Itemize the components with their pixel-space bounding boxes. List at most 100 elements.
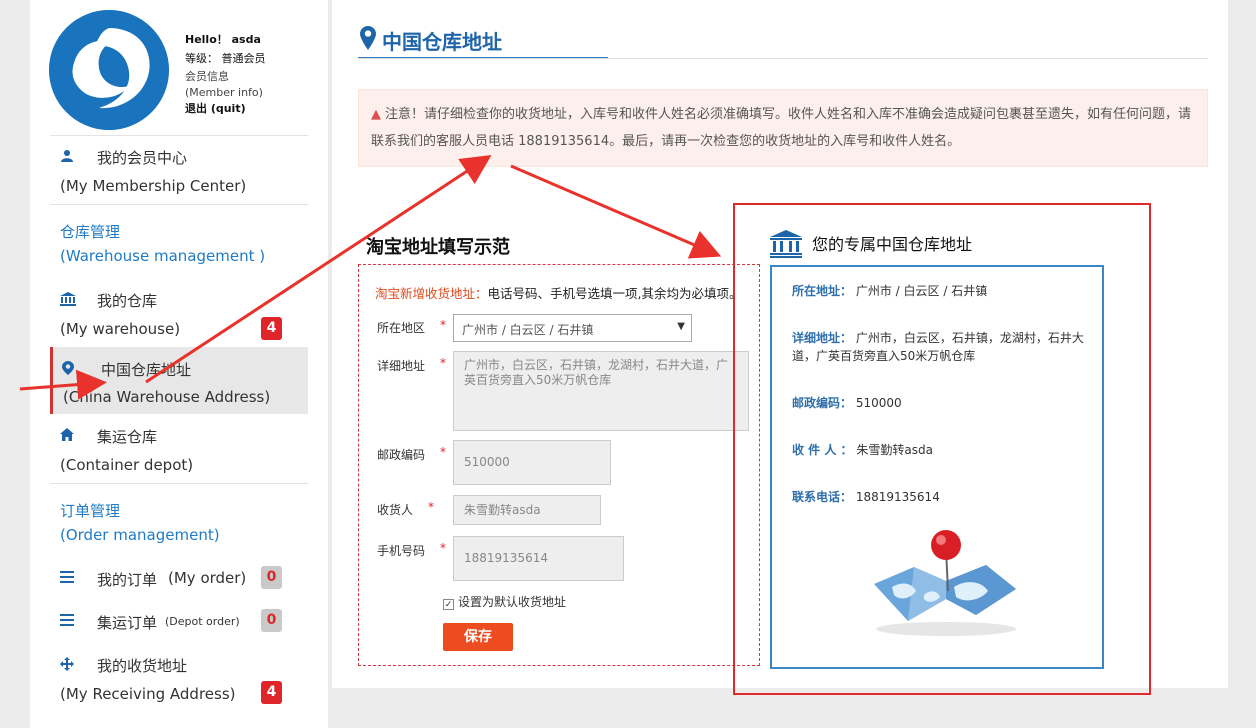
sidebar-item-label: 集运订单 [97,614,158,632]
form-tip-highlight: 淘宝新增收货地址： [375,286,488,301]
sidebar-item-china-address[interactable]: 中国仓库地址 (China Warehouse Address) [50,359,308,409]
sidebar-item-sublabel: (China Warehouse Address) [63,388,271,406]
address-detail-row: 详细地址： 广州市，白云区，石井镇，龙湖村，石井大道，广英百货旁直入50米万帆仓… [792,329,1087,365]
sidebar-item-label: 我的订单 [97,571,158,589]
sidebar-heading-orders: 订单管理 (Order management) [50,500,308,550]
sidebar-item-sublabel: (Container depot) [60,456,194,474]
address-phone-row: 联系电话： 18819135614 [792,488,1087,506]
address-card: 所在地址： 广州市 / 白云区 / 石井镇 详细地址： 广州市，白云区，石井镇，… [770,265,1104,669]
sidebar-item-label: 我的收货地址 [97,657,188,675]
address-zip-row: 邮政编码： 510000 [792,394,1087,412]
divider [50,204,308,205]
map-pin-icon [62,361,76,375]
detail-address-textarea[interactable]: 广州市，白云区，石井镇，龙湖村，石井大道，广英百货旁直入50米万帆仓库 [453,351,749,431]
example-form: 淘宝新增收货地址：电话号码、手机号选填一项,其余均为必填项。 所在地区 * 广州… [358,264,760,666]
form-tip-text: 电话号码、手机号选填一项,其余均为必填项。 [487,286,742,301]
sidebar-heading-sublabel: (Order management) [60,526,220,544]
member-level: 等级： 普通会员 [185,52,266,65]
address-region-value: 广州市 / 白云区 / 石井镇 [855,284,988,298]
home-icon [60,428,74,442]
divider [50,483,308,484]
count-badge: 0 [261,566,282,589]
address-card-title-text: 您的专属中国仓库地址 [812,235,973,254]
required-mark: * [440,356,446,370]
address-region-row: 所在地址： 广州市 / 白云区 / 石井镇 [792,282,1087,300]
required-mark: * [440,541,446,555]
divider [50,135,308,136]
zip-input[interactable]: 510000 [453,440,611,485]
sidebar-item-container-depot[interactable]: 集运仓库 (Container depot) [50,426,308,476]
sidebar-item-sublabel: (Depot order) [165,615,240,628]
notice-text: 注意！请仔细检查你的收货地址，入库号和收件人姓名必须准确填写。收件人姓名和入库不… [371,107,1192,149]
chevron-down-icon: ▼ [677,321,685,332]
sidebar-item-label: 中国仓库地址 [101,361,192,379]
page-title: 中国仓库地址 [382,30,502,54]
greeting: Hello！ asda [185,33,261,46]
address-receiver-value: 朱雪勤转asda [856,443,933,457]
receiver-label: 收货人 [377,503,414,517]
avatar[interactable] [49,10,169,130]
count-badge: 0 [261,609,282,632]
member-info-link[interactable]: 会员信息 [185,69,315,85]
region-label: 所在地区 [377,321,426,335]
region-select[interactable]: 广州市 / 白云区 / 石井镇 ▼ [453,314,692,342]
required-mark: * [440,445,446,459]
sidebar-item-label: 我的仓库 [97,292,158,310]
map-illustration-icon [864,529,1024,643]
count-badge: 4 [261,681,282,704]
zip-label: 邮政编码 [377,448,426,462]
address-receiver-row: 收 件 人 ： 朱雪勤转asda [792,441,1087,459]
sidebar-item-my-order[interactable]: 我的订单 (My order) 0 [50,566,308,599]
address-detail-label: 详细地址： [792,331,853,345]
detail-label: 详细地址 [377,359,426,373]
divider [358,58,1208,59]
save-button[interactable]: 保存 [443,623,513,651]
region-select-value: 广州市 / 白云区 / 石井镇 [462,323,594,337]
required-mark: * [440,318,446,332]
warning-icon: ▲ [371,107,381,122]
sidebar-item-label: 集运仓库 [97,428,158,446]
sidebar-item-sublabel: (My warehouse) [60,320,181,338]
member-info-link-en[interactable]: (Member info) [185,85,315,101]
checkbox-label: 设置为默认收货地址 [458,595,567,609]
sidebar-item-my-warehouse[interactable]: 我的仓库 (My warehouse) 4 [50,290,308,340]
list-icon [60,571,74,585]
user-info: Hello！ asda 等级： 普通会员 会员信息 (Member info) … [185,32,315,117]
address-card-title: 您的专属中国仓库地址 [770,231,972,255]
default-address-checkbox[interactable]: ✓ 设置为默认收货地址 [443,593,566,610]
sidebar-heading-label: 订单管理 [60,502,121,520]
user-icon [60,149,74,163]
count-badge: 4 [261,317,282,340]
sidebar-heading-label: 仓库管理 [60,223,121,241]
page-title-bar: 中国仓库地址 [358,24,608,59]
sidebar-item-receiving-address[interactable]: 我的收货地址 (My Receiving Address) 4 [50,655,308,705]
address-phone-label: 联系电话： [792,490,853,504]
checkbox-checked-icon[interactable]: ✓ [443,599,454,610]
sidebar-heading-sublabel: (Warehouse management ) [60,247,266,265]
sidebar-item-membership[interactable]: 我的会员中心 (My Membership Center) [50,147,308,197]
map-pin-icon [360,26,376,54]
phone-label: 手机号码 [377,544,426,558]
receiver-input[interactable]: 朱雪勤转asda [453,495,601,525]
move-icon [60,657,74,671]
address-phone-value: 18819135614 [855,490,940,504]
main-panel: 中国仓库地址 ▲ 注意！请仔细检查你的收货地址，入库号和收件人姓名必须准确填写。收… [332,0,1228,695]
address-receiver-label: 收 件 人 ： [792,443,853,457]
form-tip: 淘宝新增收货地址：电话号码、手机号选填一项,其余均为必填项。 [375,283,742,302]
sidebar-item-depot-order[interactable]: 集运订单 (Depot order) 0 [50,609,308,642]
notice-alert: ▲ 注意！请仔细检查你的收货地址，入库号和收件人姓名必须准确填写。收件人姓名和入库… [358,89,1208,167]
address-region-label: 所在地址： [792,284,853,298]
sidebar-item-label: 我的会员中心 [97,149,188,167]
example-title: 淘宝地址填写示范 [366,237,510,258]
sidebar: Hello！ asda 等级： 普通会员 会员信息 (Member info) … [30,0,328,728]
list-icon [60,614,74,628]
address-zip-label: 邮政编码： [792,396,853,410]
address-zip-value: 510000 [855,396,902,410]
sidebar-item-sublabel: (My Receiving Address) [60,685,236,703]
bank-icon [60,292,76,306]
quit-link[interactable]: 退出 (quit) [185,101,315,117]
phone-input[interactable]: 18819135614 [453,536,624,581]
sidebar-heading-warehouse: 仓库管理 (Warehouse management ) [50,221,308,271]
sidebar-item-sublabel: (My order) [168,569,247,587]
required-mark: * [428,500,434,514]
